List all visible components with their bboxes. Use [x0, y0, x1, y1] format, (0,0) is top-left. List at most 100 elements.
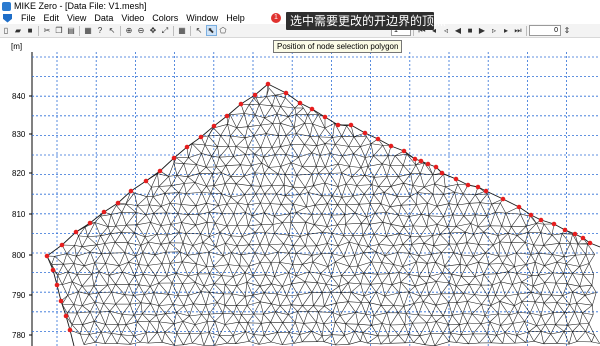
mesh-edge — [244, 137, 249, 148]
mesh-edge — [199, 173, 213, 175]
mesh-edge — [135, 255, 139, 265]
mesh-edge — [252, 294, 261, 303]
mesh-edge — [419, 322, 428, 336]
boundary-node[interactable] — [401, 148, 407, 154]
boundary-node[interactable] — [439, 170, 445, 176]
mesh-edge — [62, 284, 68, 296]
mesh-edge — [272, 224, 275, 234]
boundary-node[interactable] — [143, 178, 149, 184]
boundary-node[interactable] — [388, 143, 394, 149]
boundary-node[interactable] — [538, 217, 544, 223]
boundary-node[interactable] — [362, 130, 368, 136]
boundary-node[interactable] — [453, 176, 459, 182]
boundary-node[interactable] — [433, 164, 439, 170]
mesh-edge — [133, 302, 142, 316]
mesh-edge — [388, 335, 391, 344]
boundary-node[interactable] — [375, 136, 381, 142]
boundary-node[interactable] — [465, 182, 471, 188]
mesh-edge — [591, 285, 597, 293]
mesh-edge — [478, 244, 486, 253]
mesh-edge — [270, 203, 275, 217]
mesh-edge — [435, 252, 442, 263]
boundary-node[interactable] — [128, 188, 134, 194]
mesh-edge — [341, 136, 349, 147]
mesh-edge — [263, 335, 272, 343]
boundary-node[interactable] — [425, 161, 431, 167]
boundary-node[interactable] — [483, 188, 489, 194]
boundary-node[interactable] — [516, 204, 522, 210]
mesh-edge — [419, 236, 425, 244]
boundary-node[interactable] — [309, 106, 315, 112]
boundary-node[interactable] — [265, 81, 271, 87]
boundary-node[interactable] — [59, 242, 65, 248]
boundary-node[interactable] — [157, 168, 163, 174]
boundary-node[interactable] — [115, 200, 121, 206]
boundary-node[interactable] — [348, 122, 354, 128]
boundary-node[interactable] — [500, 196, 506, 202]
mesh-edge — [566, 263, 580, 267]
mesh-edge — [107, 226, 111, 234]
boundary-node[interactable] — [283, 90, 289, 96]
mesh-edge — [373, 222, 384, 235]
boundary-node[interactable] — [87, 220, 93, 226]
mesh-edge — [288, 234, 301, 237]
mesh-edge — [247, 202, 261, 206]
boundary-node[interactable] — [562, 227, 568, 233]
boundary-node[interactable] — [63, 313, 69, 319]
boundary-node[interactable] — [322, 114, 328, 120]
boundary-node[interactable] — [528, 212, 534, 218]
mesh-edge — [335, 321, 346, 325]
mesh-edge — [360, 295, 365, 303]
mesh-edge — [245, 147, 249, 155]
boundary-node[interactable] — [297, 100, 303, 106]
boundary-node[interactable] — [67, 327, 73, 333]
boundary-node[interactable] — [587, 240, 593, 246]
boundary-node[interactable] — [101, 209, 107, 215]
mesh-edge — [456, 232, 466, 245]
mesh-edge — [228, 135, 231, 147]
boundary-node[interactable] — [224, 113, 230, 119]
boundary-node[interactable] — [418, 158, 424, 164]
mesh-edge — [445, 184, 458, 188]
mesh-edge — [157, 321, 160, 333]
mesh-edge — [208, 313, 224, 315]
mesh-edge — [345, 195, 354, 205]
boundary-node[interactable] — [475, 184, 481, 190]
mesh-edge — [201, 304, 207, 315]
boundary-node[interactable] — [184, 144, 190, 150]
mesh-edge — [356, 184, 372, 186]
mesh-edge — [375, 283, 383, 293]
mesh-edge — [419, 253, 432, 257]
boundary-node[interactable] — [238, 101, 244, 107]
mesh-edge — [461, 333, 473, 335]
mesh-edge — [400, 274, 410, 283]
boundary-node[interactable] — [50, 267, 56, 273]
mesh-edge — [463, 214, 476, 217]
boundary-node[interactable] — [58, 298, 64, 304]
boundary-node[interactable] — [572, 231, 578, 237]
mesh-edge — [591, 274, 594, 286]
boundary-node[interactable] — [211, 123, 217, 129]
mesh-edge — [138, 274, 144, 285]
boundary-node[interactable] — [412, 156, 418, 162]
mesh-edge — [299, 236, 306, 247]
mesh-edge — [161, 252, 167, 264]
boundary-node[interactable] — [54, 282, 60, 288]
boundary-node[interactable] — [580, 235, 586, 241]
boundary-node[interactable] — [252, 92, 258, 98]
boundary-node[interactable] — [73, 229, 79, 235]
boundary-node[interactable] — [335, 122, 341, 128]
mesh-edge — [277, 166, 281, 175]
mesh-edge — [254, 147, 261, 155]
boundary-node[interactable] — [171, 155, 177, 161]
boundary-node[interactable] — [44, 253, 50, 259]
mesh-edge — [377, 273, 389, 275]
mesh-edge — [271, 303, 281, 307]
mesh-edge — [137, 313, 143, 322]
mesh-edge — [226, 196, 232, 205]
mesh-edge — [286, 295, 292, 305]
boundary-node[interactable] — [551, 221, 557, 227]
mesh-edge — [185, 193, 197, 206]
mesh-edge — [384, 284, 393, 297]
boundary-node[interactable] — [198, 134, 204, 140]
